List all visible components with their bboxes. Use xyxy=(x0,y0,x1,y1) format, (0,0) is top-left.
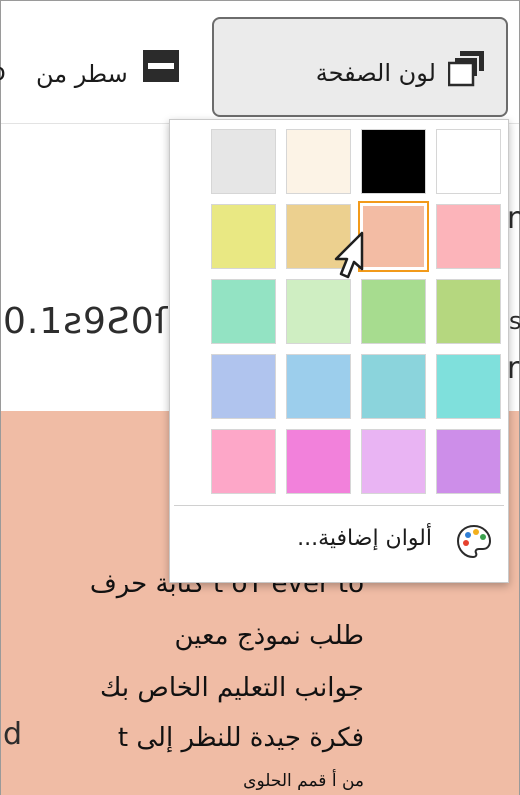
line-button-label: سطر من xyxy=(36,60,128,88)
swatch-teal-blue[interactable] xyxy=(361,354,426,419)
page-color-icon xyxy=(448,51,484,87)
swatch-cream[interactable] xyxy=(286,129,351,194)
edge-text-fragment: s xyxy=(509,307,520,335)
ribbon-toolbar: o سطر من لون الصفحة xyxy=(0,1,519,124)
more-colors-button[interactable]: ألوان إضافية... xyxy=(210,518,500,574)
color-swatch-grid xyxy=(208,129,501,497)
clipped-ribbon-text: o xyxy=(0,58,6,86)
document-line: من أ قمم الحلوى xyxy=(243,771,364,791)
swatch-periwinkle[interactable] xyxy=(211,354,276,419)
swatch-turquoise[interactable] xyxy=(436,354,501,419)
swatch-white[interactable] xyxy=(436,129,501,194)
swatch-mint[interactable] xyxy=(211,279,276,344)
page-color-button[interactable]: لون الصفحة xyxy=(212,17,508,117)
document-line: طلب نموذج معين xyxy=(174,621,364,651)
swatch-lavender[interactable] xyxy=(361,429,426,494)
swatch-pink[interactable] xyxy=(436,204,501,269)
swatch-sky-blue[interactable] xyxy=(286,354,351,419)
page-color-label: لون الصفحة xyxy=(315,59,436,87)
swatch-pale-green[interactable] xyxy=(286,279,351,344)
swatch-rose[interactable] xyxy=(211,429,276,494)
swatch-yellow[interactable] xyxy=(211,204,276,269)
horizontal-line-button[interactable]: سطر من xyxy=(31,41,201,91)
swatch-tan[interactable] xyxy=(286,204,351,269)
dropdown-divider xyxy=(174,505,504,506)
swatch-peach[interactable] xyxy=(358,201,429,272)
document-line: فكرة جيدة للنظر إلى t xyxy=(117,723,364,753)
swatch-light-gray[interactable] xyxy=(211,129,276,194)
palette-icon xyxy=(456,524,492,559)
page-color-dropdown: ألوان إضافية... xyxy=(169,119,509,583)
swatch-olive-green[interactable] xyxy=(436,279,501,344)
swatch-green[interactable] xyxy=(361,279,426,344)
horizontal-line-icon xyxy=(143,50,179,82)
swatch-magenta[interactable] xyxy=(286,429,351,494)
more-colors-label: ألوان إضافية... xyxy=(297,526,432,551)
document-line: جوانب التعليم الخاص بك xyxy=(99,673,364,703)
edge-text-fragment: d xyxy=(3,717,23,752)
swatch-black[interactable] xyxy=(361,129,426,194)
swatch-purple[interactable] xyxy=(436,429,501,494)
